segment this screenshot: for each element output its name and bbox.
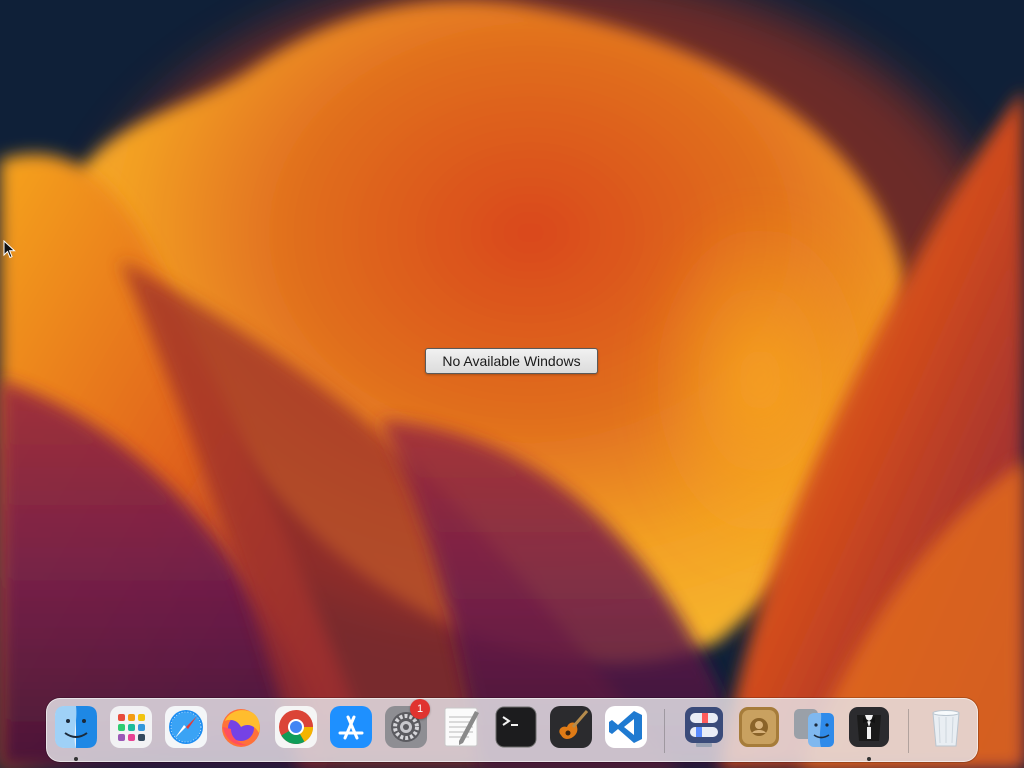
dock-item-vscode[interactable] xyxy=(604,705,648,749)
bartender-running-indicator xyxy=(867,757,871,761)
dock-item-system-settings[interactable]: 1 xyxy=(384,699,430,749)
dock-item-textedit[interactable] xyxy=(439,705,483,749)
wallpaper xyxy=(0,0,1024,768)
no-available-windows-label: No Available Windows xyxy=(425,348,598,374)
dock-item-garageband[interactable] xyxy=(549,705,593,749)
garageband-icon xyxy=(550,706,592,748)
dock-separator xyxy=(664,709,665,753)
dock-item-migration-assistant[interactable] xyxy=(792,705,836,749)
trash-icon xyxy=(932,710,960,747)
dock-item-launchpad[interactable] xyxy=(109,705,153,749)
vscode-icon xyxy=(605,706,647,748)
mouse-cursor xyxy=(3,240,16,259)
safari-icon xyxy=(165,706,207,748)
launchpad-icon xyxy=(110,706,152,748)
dock-item-safari[interactable] xyxy=(164,705,208,749)
firefox-icon xyxy=(222,709,260,747)
dock-item-bartender[interactable] xyxy=(847,705,891,749)
dock-separator xyxy=(908,709,909,753)
dock-item-app-store[interactable] xyxy=(329,705,373,749)
dock-item-trash[interactable] xyxy=(924,705,968,749)
dock: 1 xyxy=(46,698,978,762)
directory-utility-icon xyxy=(739,707,779,747)
migration-assistant-icon xyxy=(794,709,834,747)
dock-item-directory-utility[interactable] xyxy=(737,705,781,749)
textedit-icon xyxy=(444,707,479,747)
finder-icon xyxy=(55,706,97,748)
app-store-icon xyxy=(330,706,372,748)
dock-item-parallels[interactable] xyxy=(682,705,726,749)
chrome-icon xyxy=(275,706,317,748)
dock-item-chrome[interactable] xyxy=(274,705,318,749)
parallels-icon xyxy=(685,707,723,747)
finder-running-indicator xyxy=(74,757,78,761)
desktop[interactable]: No Available Windows 1 xyxy=(0,0,1024,768)
dock-item-terminal[interactable] xyxy=(494,705,538,749)
bartender-icon xyxy=(849,707,889,747)
terminal-icon xyxy=(495,706,537,748)
dock-item-finder[interactable] xyxy=(54,705,98,749)
system-settings-badge: 1 xyxy=(410,699,430,719)
dock-item-firefox[interactable] xyxy=(219,705,263,749)
